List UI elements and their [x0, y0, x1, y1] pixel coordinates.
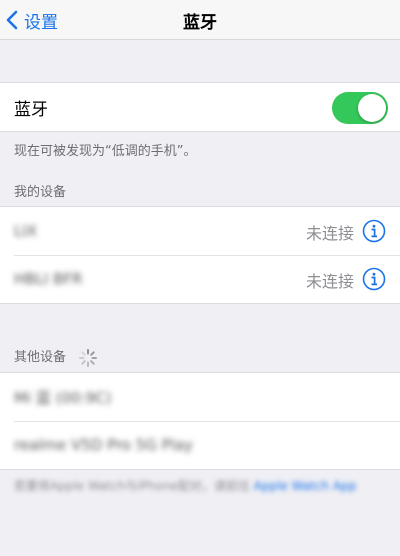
- toggle-knob: [358, 94, 386, 122]
- device-status: 未连接: [305, 272, 354, 291]
- bluetooth-toggle[interactable]: [332, 92, 388, 124]
- other-devices-label: 其他设备: [14, 350, 67, 365]
- bluetooth-label: 蓝牙: [14, 99, 48, 120]
- page-title: 蓝牙: [183, 13, 217, 33]
- apple-watch-link[interactable]: Apple Watch App: [254, 479, 357, 493]
- device-row[interactable]: Mi 蓝 (00:9C): [0, 373, 400, 421]
- activity-spinner-icon: [79, 348, 98, 367]
- other-devices-list: Mi 蓝 (00:9C) realme V5D Pro 5G Play: [0, 372, 400, 470]
- footer-text: 若要将Apple Watch与iPhone配对，请前往: [14, 479, 250, 493]
- device-name: Mi 蓝 (00:9C): [14, 388, 112, 407]
- device-row[interactable]: realme V5D Pro 5G Play: [0, 421, 400, 469]
- other-devices-header: 其他设备: [14, 346, 98, 368]
- discoverable-note: 现在可被发现为“低调的手机”。: [14, 144, 197, 159]
- my-devices-header: 我的设备: [14, 185, 67, 200]
- info-icon[interactable]: [362, 219, 386, 243]
- device-name: HBLI BFR: [14, 270, 83, 288]
- device-status: 未连接: [305, 224, 354, 243]
- footer-note: 若要将Apple Watch与iPhone配对，请前往 Apple Watch …: [14, 476, 386, 496]
- info-icon[interactable]: [362, 267, 386, 291]
- device-name: LIX: [14, 222, 38, 240]
- navigation-bar: 设置 蓝牙: [0, 0, 400, 40]
- my-devices-list: LIX 未连接 HBLI BFR 未连接: [0, 206, 400, 304]
- device-name: realme V5D Pro 5G Play: [14, 436, 193, 454]
- device-row[interactable]: HBLI BFR 未连接: [0, 255, 400, 303]
- device-row[interactable]: LIX 未连接: [0, 207, 400, 255]
- bluetooth-group: 蓝牙: [0, 82, 400, 132]
- bluetooth-row: 蓝牙: [0, 83, 400, 131]
